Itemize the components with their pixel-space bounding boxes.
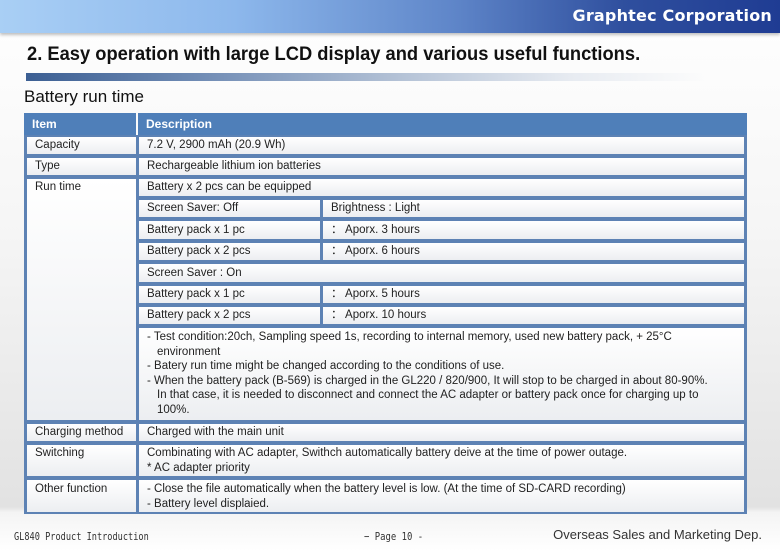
title-divider [26, 73, 706, 81]
footer-department: Overseas Sales and Marketing Dep. [553, 527, 762, 542]
footer-page-number: − Page 10 - [364, 531, 424, 543]
row-label-other: Other function [24, 478, 139, 514]
brightness-label: Brightness : Light [320, 198, 747, 219]
column-header-item: Item [24, 113, 136, 135]
row-label-charging: Charging method [24, 422, 139, 443]
header-banner: Graphtec Corporation [0, 0, 780, 33]
row-label-type: Type [24, 156, 139, 177]
other-line: - Close the file automatically when the … [147, 483, 626, 495]
column-header-description: Description [138, 113, 747, 135]
note-line: - When the battery pack (B-569) is charg… [147, 374, 708, 387]
row-value-other: - Close the file automatically when the … [136, 478, 747, 514]
screen-saver-on-label: Screen Saver : On [136, 262, 747, 284]
row-value-type: Rechargeable lithium ion batteries [136, 156, 747, 177]
note-line: - Test condition:20ch, Sampling speed 1s… [147, 331, 672, 343]
saver-off-pack-2: Battery pack x 2 pcs [136, 241, 323, 262]
saver-off-time-2: ： Aporx. 6 hours [320, 241, 747, 262]
switching-line: * AC adapter priority [147, 462, 250, 474]
footer-product-label: GL840 Product Introduction [14, 531, 149, 543]
slide-title: 2. Easy operation with large LCD display… [27, 43, 641, 65]
other-line: - Battery level displaied. [147, 498, 270, 510]
section-title: Battery run time [24, 87, 144, 106]
saver-on-time-1: ： Aporx. 5 hours [320, 284, 747, 305]
saver-on-pack-2: Battery pack x 2 pcs [136, 305, 323, 326]
runtime-notes: - Test condition:20ch, Sampling speed 1s… [136, 326, 747, 422]
note-line: In that case, it is needed to disconnect… [157, 389, 699, 402]
note-line: - Batery run time might be changed accor… [147, 360, 505, 373]
row-value-charging: Charged with the main unit [136, 422, 747, 443]
saver-off-time-1: ： Aporx. 3 hours [320, 219, 747, 241]
note-line: 100%. [157, 403, 190, 416]
runtime-intro: Battery x 2 pcs can be equipped [136, 177, 747, 198]
row-label-capacity: Capacity [24, 135, 139, 156]
saver-off-pack-1: Battery pack x 1 pc [136, 219, 323, 241]
switching-line: Combinating with AC adapter, Swithch aut… [147, 447, 628, 459]
note-line: environment [157, 345, 221, 358]
saver-on-time-2: ： Aporx. 10 hours [320, 305, 747, 326]
row-label-runtime: Run time [24, 177, 139, 422]
saver-on-pack-1: Battery pack x 1 pc [136, 284, 323, 305]
screen-saver-off-label: Screen Saver: Off [136, 198, 323, 219]
row-value-switching: Combinating with AC adapter, Swithch aut… [136, 443, 747, 478]
row-label-switching: Switching [24, 443, 139, 478]
company-brand: Graphtec Corporation [572, 6, 772, 25]
row-value-capacity: 7.2 V, 2900 mAh (20.9 Wh) [136, 135, 747, 156]
